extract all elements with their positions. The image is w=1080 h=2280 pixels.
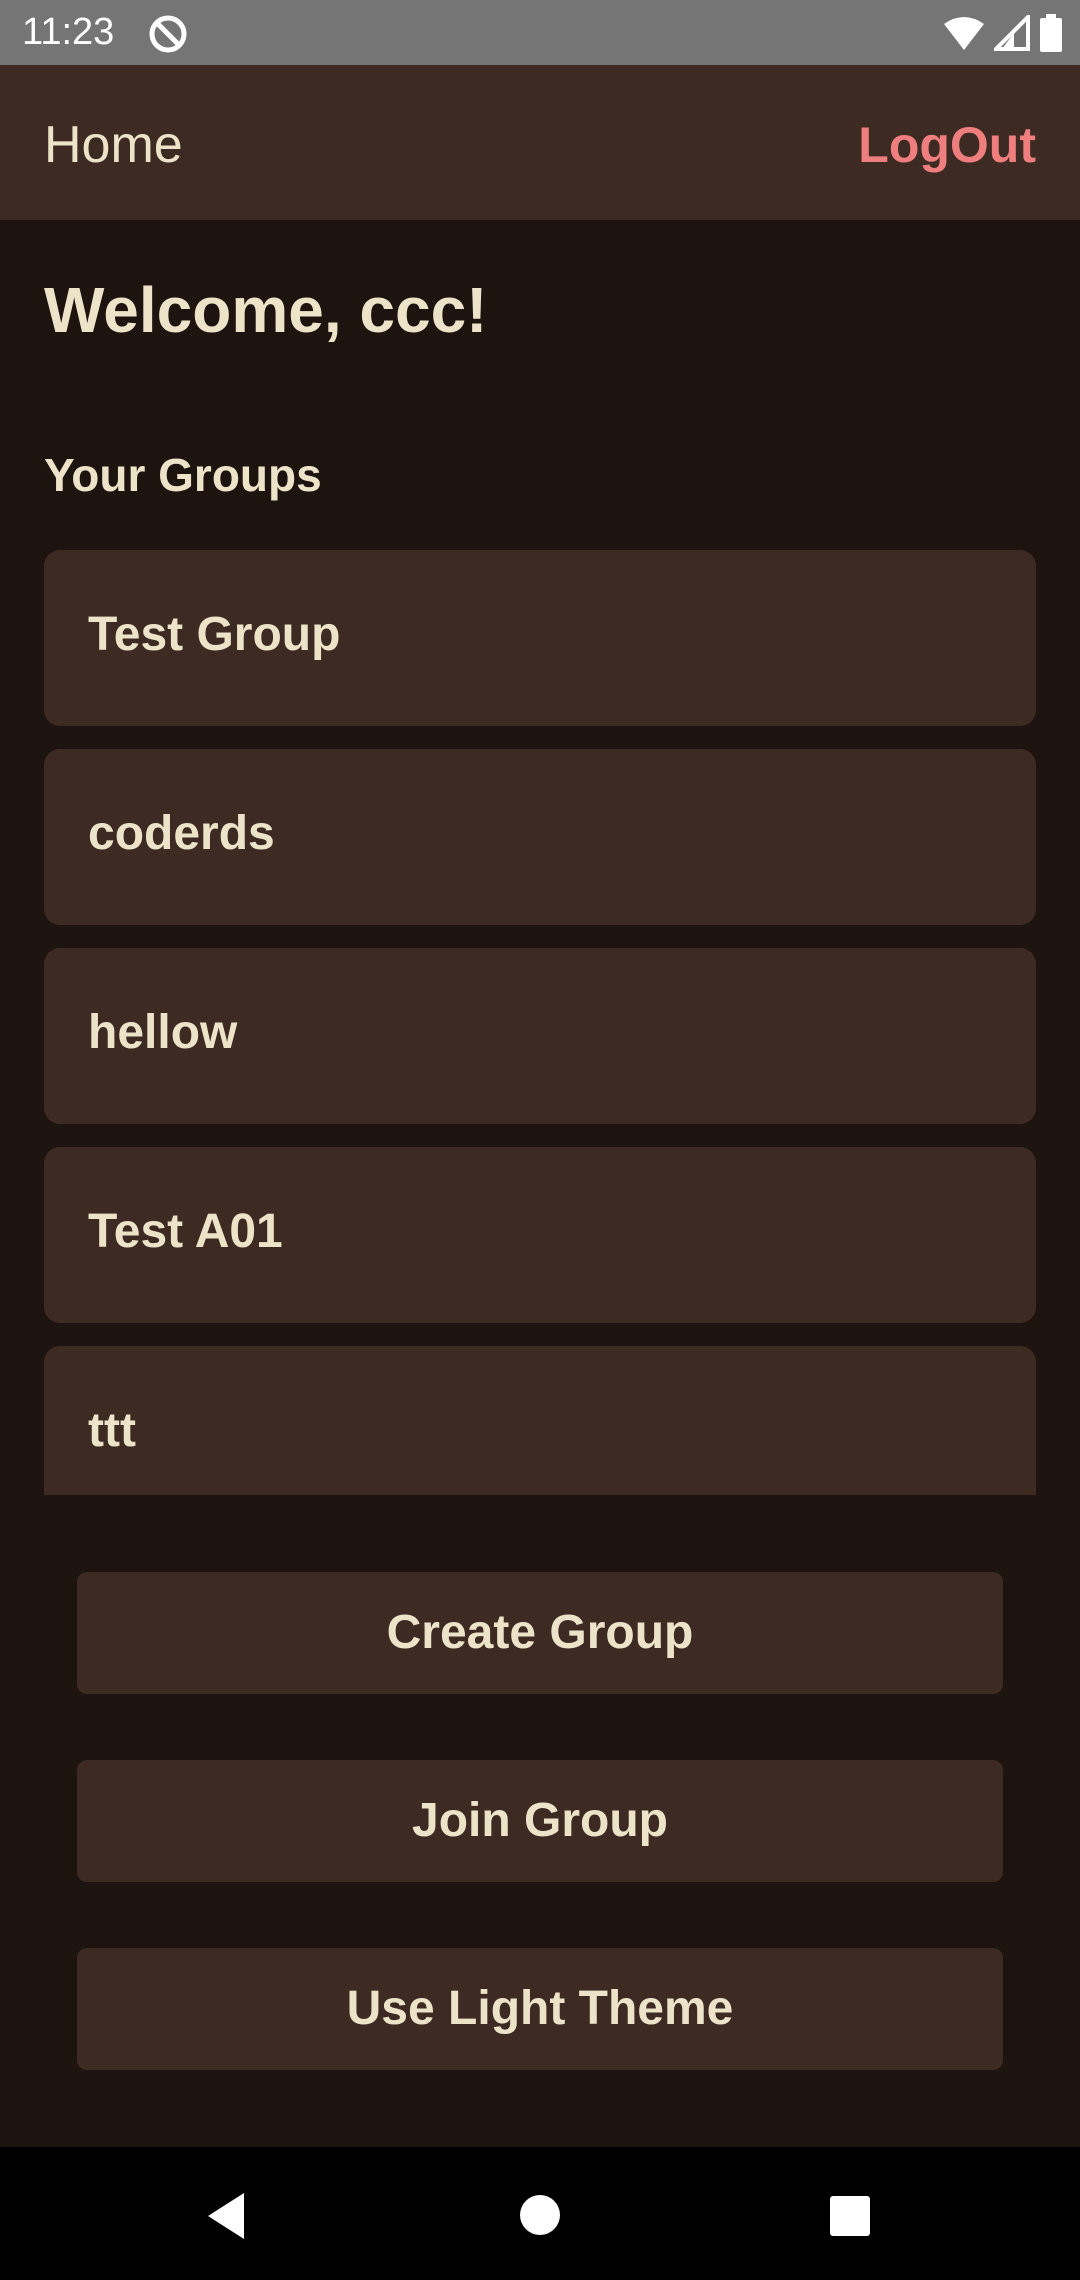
home-icon[interactable] — [518, 2193, 562, 2237]
navigation-bar — [0, 2147, 1080, 2280]
group-card[interactable]: ttt — [44, 1346, 1036, 1495]
group-name: Test Group — [88, 608, 341, 661]
signal-icon — [994, 15, 1030, 51]
theme-toggle-button[interactable]: Use Light Theme — [77, 1948, 1003, 2070]
do-not-disturb-icon — [149, 15, 187, 53]
create-group-button[interactable]: Create Group — [77, 1572, 1003, 1694]
groups-list[interactable]: Test Group coderds hellow Test A01 ttt — [44, 550, 1036, 1495]
recents-icon[interactable] — [828, 2194, 872, 2238]
status-time: 11:23 — [22, 11, 115, 53]
group-name: Test A01 — [88, 1205, 283, 1258]
logout-button[interactable]: LogOut — [858, 115, 1036, 175]
group-card[interactable]: coderds — [44, 749, 1036, 925]
battery-icon — [1040, 14, 1062, 52]
welcome-heading: Welcome, ccc! — [44, 274, 488, 346]
status-bar: 11:23 — [0, 0, 1080, 65]
status-icons — [944, 14, 1062, 52]
group-card[interactable]: hellow — [44, 948, 1036, 1124]
wifi-icon — [944, 17, 984, 50]
groups-heading: Your Groups — [44, 449, 322, 501]
page-title: Home — [44, 116, 183, 174]
group-name: ttt — [88, 1404, 136, 1457]
group-card[interactable]: Test A01 — [44, 1147, 1036, 1323]
group-card[interactable]: Test Group — [44, 550, 1036, 726]
group-name: hellow — [88, 1006, 238, 1059]
join-group-button[interactable]: Join Group — [77, 1760, 1003, 1882]
app-bar: Home LogOut — [0, 65, 1080, 220]
group-name: coderds — [88, 807, 275, 860]
back-icon[interactable] — [204, 2191, 250, 2241]
